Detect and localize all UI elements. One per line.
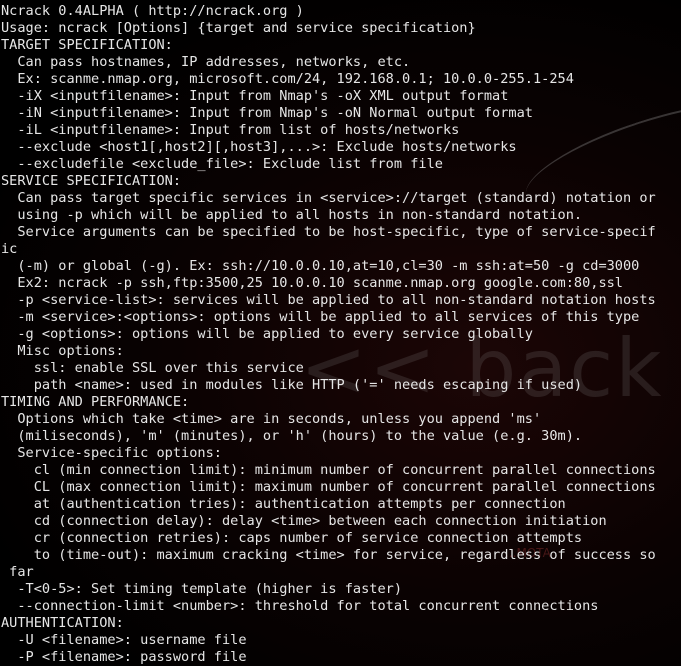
terminal-line: using -p which will be applied to all ho…: [1, 207, 583, 223]
terminal-line: -p <service-list>: services will be appl…: [1, 292, 656, 308]
terminal-line: Usage: ncrack [Options] {target and serv…: [1, 20, 476, 36]
terminal-line: (miliseconds), 'm' (minutes), or 'h' (ho…: [1, 428, 583, 444]
terminal-line: TIMING AND PERFORMANCE:: [1, 394, 190, 410]
terminal-line: cd (connection delay): delay <time> betw…: [1, 513, 607, 529]
terminal-line: Can pass target specific services in <se…: [1, 190, 656, 206]
terminal-line: AUTHENTICATION:: [1, 615, 124, 631]
terminal-line: -iX <inputfilename>: Input from Nmap's -…: [1, 88, 509, 104]
terminal-line: CL (max connection limit): maximum numbe…: [1, 479, 656, 495]
terminal-line: -U <filename>: username file: [1, 632, 247, 648]
terminal-line: Options which take <time> are in seconds…: [1, 411, 542, 427]
terminal-line: at (authentication tries): authenticatio…: [1, 496, 566, 512]
terminal-line: Service arguments can be specified to be…: [1, 224, 656, 240]
terminal-output[interactable]: Ncrack 0.4ALPHA ( http://ncrack.org ) Usa…: [1, 3, 656, 666]
terminal-window[interactable]: << back | tr ...MOTA Ncrack 0.4ALPHA ( h…: [0, 0, 681, 666]
terminal-line: cr (connection retries): caps number of …: [1, 530, 583, 546]
terminal-line: path <name>: used in modules like HTTP (…: [1, 377, 583, 393]
terminal-line: Ex2: ncrack -p ssh,ftp:3500,25 10.0.0.10…: [1, 275, 623, 291]
terminal-line: Can pass hostnames, IP addresses, networ…: [1, 54, 411, 70]
terminal-line: -m <service>:<options>: options will be …: [1, 309, 640, 325]
terminal-line: --connection-limit <number>: threshold f…: [1, 598, 599, 614]
terminal-line: Ex: scanme.nmap.org, microsoft.com/24, 1…: [1, 71, 574, 87]
terminal-line: far: [1, 564, 34, 580]
terminal-line: -P <filename>: password file: [1, 649, 247, 665]
terminal-line: -iN <inputfilename>: Input from Nmap's -…: [1, 105, 533, 121]
terminal-line: (-m) or global (-g). Ex: ssh://10.0.0.10…: [1, 258, 640, 274]
terminal-line: --excludefile <exclude_file>: Exclude li…: [1, 156, 443, 172]
terminal-line: -g <options>: options will be applied to…: [1, 326, 533, 342]
terminal-line: ssl: enable SSL over this service: [1, 360, 304, 376]
terminal-line: TARGET SPECIFICATION:: [1, 37, 173, 53]
terminal-line: Ncrack 0.4ALPHA ( http://ncrack.org ): [1, 3, 304, 19]
terminal-line: --exclude <host1[,host2][,host3],...>: E…: [1, 139, 517, 155]
terminal-line: SERVICE SPECIFICATION:: [1, 173, 182, 189]
terminal-line: Service-specific options:: [1, 445, 222, 461]
terminal-line: -iL <inputfilename>: Input from list of …: [1, 122, 460, 138]
terminal-line: -T<0-5>: Set timing template (higher is …: [1, 581, 403, 597]
terminal-line: cl (min connection limit): minimum numbe…: [1, 462, 656, 478]
terminal-line: ic: [1, 241, 18, 257]
terminal-line: Misc options:: [1, 343, 124, 359]
terminal-line: to (time-out): maximum cracking <time> f…: [1, 547, 656, 563]
